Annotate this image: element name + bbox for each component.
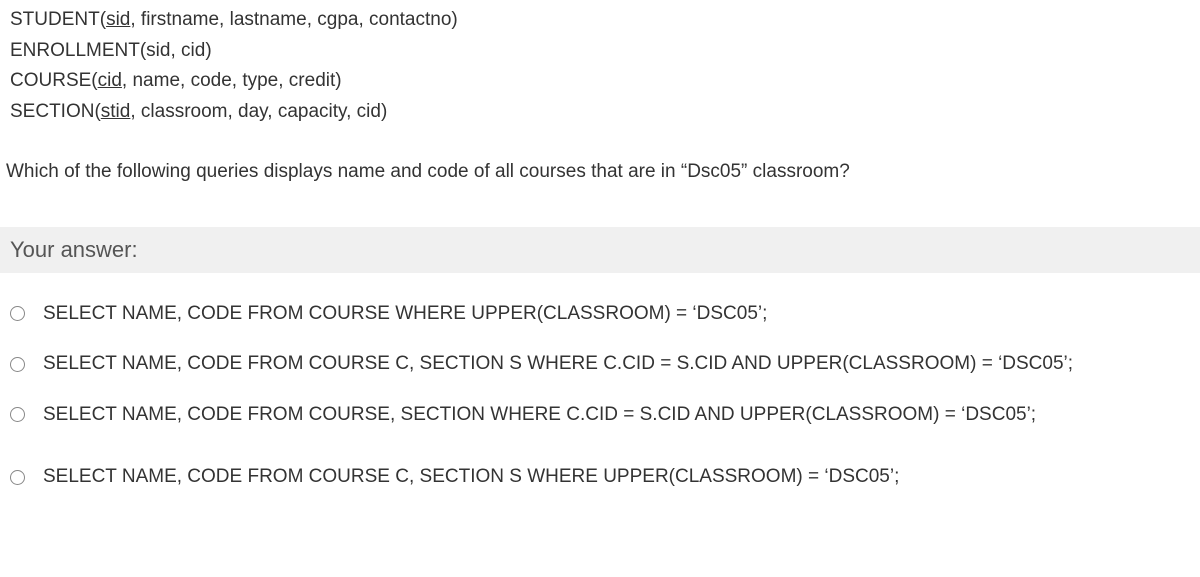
option-4[interactable]: SELECT NAME, CODE FROM COURSE C, SECTION… bbox=[10, 456, 1190, 499]
schema-line-3: COURSE(cid, name, code, type, credit) bbox=[10, 67, 1190, 96]
answer-header: Your answer: bbox=[0, 227, 1200, 273]
radio-icon[interactable] bbox=[10, 306, 25, 321]
schema-key: stid bbox=[101, 101, 131, 122]
radio-icon[interactable] bbox=[10, 470, 25, 485]
options-list: SELECT NAME, CODE FROM COURSE WHERE UPPE… bbox=[0, 273, 1200, 517]
option-3[interactable]: SELECT NAME, CODE FROM COURSE, SECTION W… bbox=[10, 394, 1190, 437]
schema-text: , name, code, type, credit) bbox=[122, 70, 342, 91]
schema-text: SECTION( bbox=[10, 101, 101, 122]
schema-line-1: STUDENT(sid, firstname, lastname, cgpa, … bbox=[10, 6, 1190, 35]
schema-key: cid bbox=[98, 70, 122, 91]
option-text: SELECT NAME, CODE FROM COURSE C, SECTION… bbox=[43, 351, 1190, 378]
question-text: Which of the following queries displays … bbox=[0, 128, 1200, 197]
schema-text: , firstname, lastname, cgpa, contactno) bbox=[130, 9, 457, 30]
radio-icon[interactable] bbox=[10, 357, 25, 372]
schema-block: STUDENT(sid, firstname, lastname, cgpa, … bbox=[0, 0, 1200, 126]
schema-text: STUDENT( bbox=[10, 9, 106, 30]
option-2[interactable]: SELECT NAME, CODE FROM COURSE C, SECTION… bbox=[10, 343, 1190, 386]
schema-line-4: SECTION(stid, classroom, day, capacity, … bbox=[10, 98, 1190, 127]
option-text: SELECT NAME, CODE FROM COURSE C, SECTION… bbox=[43, 464, 1190, 491]
schema-line-2: ENROLLMENT(sid, cid) bbox=[10, 37, 1190, 66]
option-text: SELECT NAME, CODE FROM COURSE, SECTION W… bbox=[43, 402, 1190, 429]
schema-key: sid bbox=[106, 9, 130, 30]
schema-text: , classroom, day, capacity, cid) bbox=[130, 101, 387, 122]
schema-text: COURSE( bbox=[10, 70, 98, 91]
option-text: SELECT NAME, CODE FROM COURSE WHERE UPPE… bbox=[43, 301, 1190, 328]
radio-icon[interactable] bbox=[10, 407, 25, 422]
option-1[interactable]: SELECT NAME, CODE FROM COURSE WHERE UPPE… bbox=[10, 293, 1190, 336]
